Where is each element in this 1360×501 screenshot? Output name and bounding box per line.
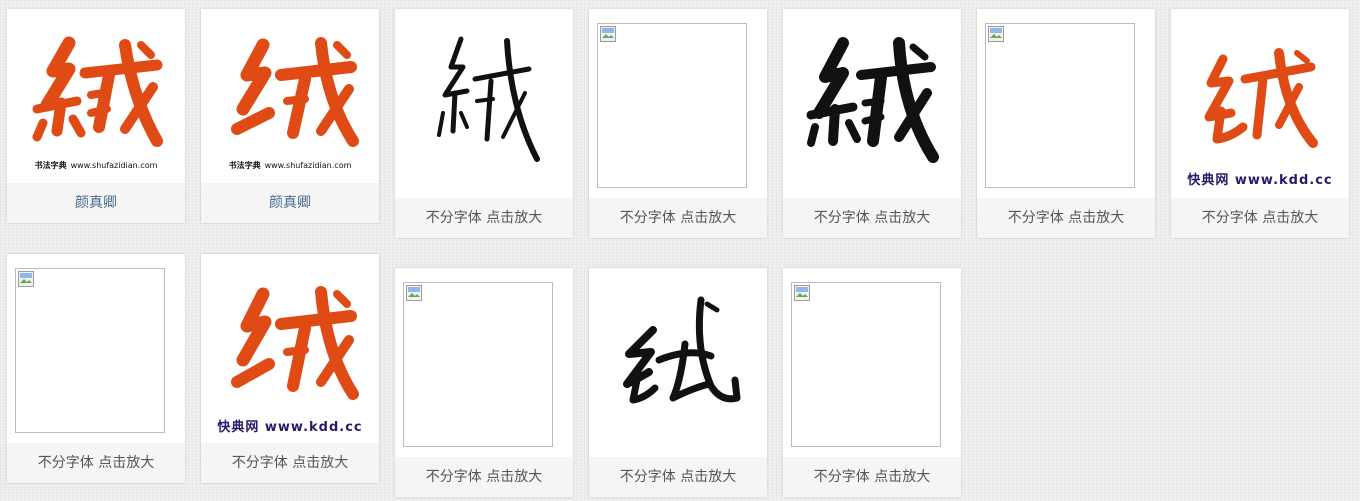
broken-image xyxy=(597,23,747,188)
card-caption-link[interactable]: 颜真卿 xyxy=(7,183,185,223)
broken-image xyxy=(15,268,165,433)
broken-image xyxy=(791,282,941,447)
watermark-text: 快典网 www.kdd.cc xyxy=(217,420,363,435)
card-caption[interactable]: 不分字体 点击放大 xyxy=(977,198,1155,238)
card-caption[interactable]: 不分字体 点击放大 xyxy=(395,198,573,238)
glyph-card[interactable]: 不分字体 点击放大 xyxy=(7,254,185,483)
broken-image xyxy=(985,23,1135,188)
calligraphy-image[interactable] xyxy=(783,9,961,198)
broken-image-icon xyxy=(794,285,810,301)
broken-image xyxy=(403,282,553,447)
glyph-card[interactable]: 不分字体 点击放大 xyxy=(589,9,767,238)
glyph-card[interactable]: 不分字体 点击放大 xyxy=(783,9,961,238)
glyph-card[interactable]: 不分字体 点击放大 xyxy=(783,268,961,497)
glyph-card[interactable]: 快典网 www.kdd.cc 不分字体 点击放大 xyxy=(201,254,379,483)
calligraphy-image[interactable]: 快典网 www.kdd.cc xyxy=(1171,9,1349,198)
card-caption[interactable]: 不分字体 点击放大 xyxy=(589,457,767,497)
card-caption[interactable]: 不分字体 点击放大 xyxy=(395,457,573,497)
broken-image-icon xyxy=(600,26,616,42)
calligraphy-glyph xyxy=(32,36,163,147)
broken-image-icon xyxy=(18,271,34,287)
calligraphy-image[interactable]: 书法字典 www.shufazidian.com xyxy=(7,9,185,183)
glyph-card[interactable]: 不分字体 点击放大 xyxy=(395,268,573,497)
watermark-text: 书法字典 www.shufazidian.com xyxy=(34,161,158,170)
image-frame[interactable] xyxy=(977,9,1155,198)
calligraphy-glyph xyxy=(806,37,939,163)
image-frame[interactable] xyxy=(7,254,185,443)
image-frame[interactable] xyxy=(589,9,767,198)
card-caption[interactable]: 不分字体 点击放大 xyxy=(1171,198,1349,238)
card-caption[interactable]: 不分字体 点击放大 xyxy=(7,443,185,483)
glyph-card[interactable]: 书法字典 www.shufazidian.com 颜真卿 xyxy=(201,9,379,223)
glyph-card[interactable]: 快典网 www.kdd.cc 不分字体 点击放大 xyxy=(1171,9,1349,238)
calligraphy-glyph xyxy=(437,36,540,162)
calligraphy-glyph xyxy=(623,296,741,404)
calligraphy-glyph xyxy=(231,37,359,147)
card-caption[interactable]: 不分字体 点击放大 xyxy=(783,457,961,497)
glyph-card[interactable]: 不分字体 点击放大 xyxy=(395,9,573,238)
glyph-card[interactable]: 不分字体 点击放大 xyxy=(589,268,767,497)
watermark-text: 快典网 www.kdd.cc xyxy=(1187,173,1333,188)
calligraphy-glyph xyxy=(231,286,359,400)
image-frame[interactable] xyxy=(783,268,961,457)
glyph-card[interactable]: 不分字体 点击放大 xyxy=(977,9,1155,238)
calligraphy-image[interactable] xyxy=(395,9,573,198)
calligraphy-image[interactable]: 快典网 www.kdd.cc xyxy=(201,254,379,443)
card-caption-link[interactable]: 颜真卿 xyxy=(201,183,379,223)
image-frame[interactable] xyxy=(395,268,573,457)
calligraphy-image[interactable]: 书法字典 www.shufazidian.com xyxy=(201,9,379,183)
card-caption[interactable]: 不分字体 点击放大 xyxy=(589,198,767,238)
card-caption[interactable]: 不分字体 点击放大 xyxy=(201,443,379,483)
watermark-text: 书法字典 www.shufazidian.com xyxy=(228,161,352,170)
calligraphy-image[interactable] xyxy=(589,268,767,457)
glyph-card[interactable]: 书法字典 www.shufazidian.com 颜真卿 xyxy=(7,9,185,223)
card-caption[interactable]: 不分字体 点击放大 xyxy=(783,198,961,238)
broken-image-icon xyxy=(988,26,1004,42)
broken-image-icon xyxy=(406,285,422,301)
